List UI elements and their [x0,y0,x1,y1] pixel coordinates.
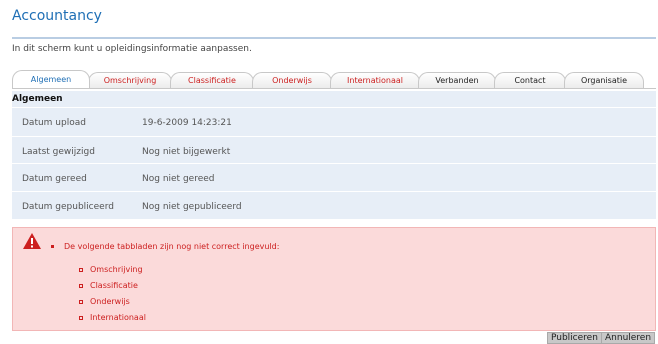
row-label: Datum gepubliceerd [22,202,114,212]
row-value: Nog niet gepubliceerd [142,202,242,212]
tab-verbanden[interactable]: Verbanden [418,72,496,88]
info-row-upload: Datum upload 19-6-2009 14:23:21 [12,107,656,138]
tab-contact[interactable]: Contact [494,72,566,88]
bullet-icon [79,268,83,272]
list-item-label: Omschrijving [90,265,143,274]
tab-algemeen[interactable]: Algemeen [12,70,90,88]
bullet-icon [79,300,83,304]
tab-onderwijs[interactable]: Onderwijs [252,72,332,88]
row-value: 19-6-2009 14:23:21 [142,118,232,128]
warning-triangle-icon [23,233,41,249]
list-item: Onderwijs [79,294,146,310]
tab-organisatie[interactable]: Organisatie [564,72,644,88]
list-item-label: Classificatie [90,281,138,290]
general-info-section: Algemeen Datum upload 19-6-2009 14:23:21… [12,91,656,219]
list-item-label: Internationaal [90,313,146,322]
tab-omschrijving[interactable]: Omschrijving [88,72,172,88]
tab-internationaal[interactable]: Internationaal [330,72,420,88]
page-title: Accountancy [12,8,102,24]
bullet-icon [51,245,54,248]
info-row-ready: Datum gereed Nog niet gereed [12,163,656,194]
tab-bar: Algemeen Omschrijving Classificatie Onde… [12,70,656,89]
list-item: Omschrijving [79,262,146,278]
intro-text: In dit scherm kunt u opleidingsinformati… [12,44,252,54]
alert-message-text: De volgende tabbladen zijn nog niet corr… [64,242,280,251]
invalid-tab-list: Omschrijving Classificatie Onderwijs Int… [79,262,146,326]
row-value: Nog niet gereed [142,174,215,184]
title-divider [12,37,656,39]
bullet-icon [79,284,83,288]
list-item: Classificatie [79,278,146,294]
tab-classificatie[interactable]: Classificatie [170,72,254,88]
list-item-label: Onderwijs [90,297,130,306]
row-label: Laatst gewijzigd [22,147,95,157]
row-label: Datum gereed [22,174,87,184]
publish-button[interactable]: Publiceren [547,332,602,344]
bullet-icon [79,316,83,320]
section-heading: Algemeen [12,94,63,104]
list-item: Internationaal [79,310,146,326]
row-value: Nog niet bijgewerkt [142,147,231,157]
info-row-published: Datum gepubliceerd Nog niet gepubliceerd [12,191,656,222]
row-label: Datum upload [22,118,86,128]
cancel-button[interactable]: Annuleren [601,332,656,344]
alert-message: De volgende tabbladen zijn nog niet corr… [51,242,279,251]
validation-alert: De volgende tabbladen zijn nog niet corr… [12,227,656,331]
